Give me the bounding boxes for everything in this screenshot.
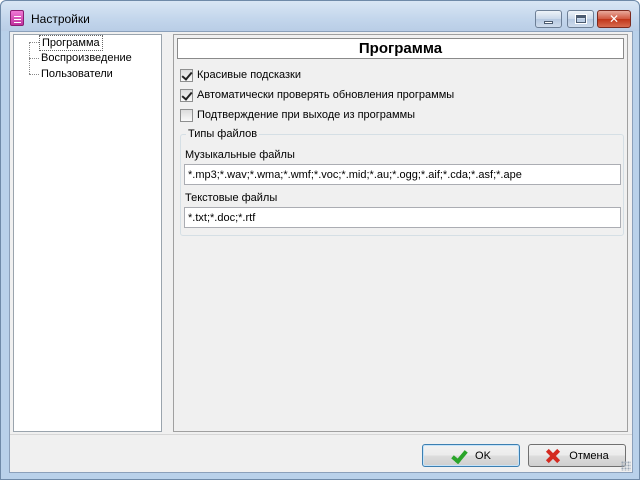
ok-button[interactable]: OK: [422, 444, 520, 467]
group-title: Типы файлов: [186, 128, 260, 140]
bottom-separator: [10, 434, 632, 435]
file-types-group: Типы файлов Музыкальные файлы Текстовые …: [180, 128, 624, 236]
ok-button-label: OK: [475, 449, 491, 462]
maximize-icon: [574, 14, 587, 24]
dialog-client-area: Программа Воспроизведение Пользователи П…: [9, 31, 633, 473]
checkbox-box[interactable]: [180, 108, 193, 122]
tree-item-label: Воспроизведение: [41, 52, 132, 64]
text-files-input[interactable]: [184, 207, 621, 228]
music-files-label: Музыкальные файлы: [185, 149, 295, 161]
checkbox-box[interactable]: [180, 88, 193, 102]
tree-item-label: Программа: [39, 35, 103, 51]
checkbox-box[interactable]: [180, 68, 193, 82]
cancel-button-label: Отмена: [569, 449, 609, 462]
checkmark-icon: [451, 449, 467, 463]
tree-connector-line: [29, 58, 39, 59]
checkbox-label: Красивые подсказки: [197, 69, 302, 81]
settings-panel: Программа Красивые подсказки Автоматичес…: [173, 34, 628, 432]
settings-tree[interactable]: Программа Воспроизведение Пользователи: [13, 34, 162, 432]
cancel-button[interactable]: Отмена: [528, 444, 626, 467]
minimize-button[interactable]: [535, 10, 562, 28]
checkbox-exit-confirm[interactable]: Подтверждение при выходе из программы: [180, 108, 415, 122]
resize-grip[interactable]: [621, 461, 631, 471]
settings-window: Настройки ✕ Программа Воспроизведение По…: [0, 0, 640, 480]
app-icon: [10, 10, 24, 26]
window-title: Настройки: [31, 12, 90, 26]
checkbox-auto-update[interactable]: Автоматически проверять обновления прогр…: [180, 88, 454, 102]
title-bar[interactable]: Настройки ✕: [1, 1, 639, 31]
panel-splitter[interactable]: [162, 34, 168, 432]
checkbox-label: Подтверждение при выходе из программы: [197, 109, 416, 121]
checkbox-label: Автоматически проверять обновления прогр…: [197, 89, 455, 101]
close-icon: ✕: [608, 12, 620, 26]
cross-icon: [545, 449, 561, 463]
checkbox-pretty-hints[interactable]: Красивые подсказки: [180, 68, 301, 82]
panel-title: Программа: [177, 38, 624, 59]
tree-connector-line: [29, 74, 39, 75]
close-button[interactable]: ✕: [597, 10, 631, 28]
minimize-icon: [544, 20, 553, 24]
tree-item-label: Пользователи: [41, 68, 113, 80]
maximize-button[interactable]: [567, 10, 594, 28]
music-files-input[interactable]: [184, 164, 621, 185]
tree-connector-line: [29, 42, 39, 43]
text-files-label: Текстовые файлы: [185, 192, 278, 204]
